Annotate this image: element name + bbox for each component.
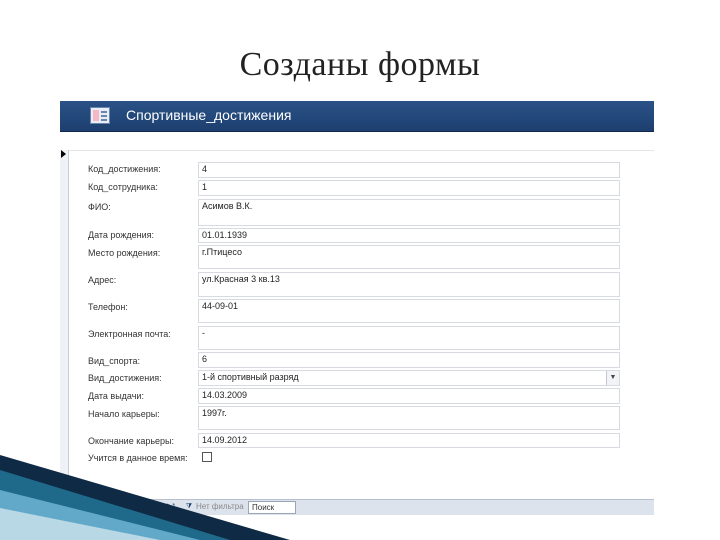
chevron-down-icon[interactable]: ▼ xyxy=(606,371,619,385)
previous-record-icon[interactable]: ◀ xyxy=(100,502,110,512)
label-kod-sotrudnika: Код_сотрудника: xyxy=(88,182,158,192)
first-record-icon[interactable]: ⏮ xyxy=(90,502,100,512)
label-fio: ФИО: xyxy=(88,202,111,212)
checkbox-uchitsya[interactable] xyxy=(202,452,212,462)
next-record-icon[interactable]: ▶ xyxy=(144,502,154,512)
new-record-icon[interactable]: ▶* xyxy=(166,502,176,512)
label-okonchanie-karery: Окончание карьеры: xyxy=(88,436,175,446)
input-telefon[interactable]: 44-09-01 xyxy=(198,299,620,323)
filter-status[interactable]: Нет фильтра xyxy=(196,502,244,511)
label-kod-dostizheniya: Код_достижения: xyxy=(88,164,161,174)
slide-title: Созданы формы xyxy=(239,46,481,83)
label-vid-sporta: Вид_спорта: xyxy=(88,356,141,366)
label-adres: Адрес: xyxy=(88,275,117,285)
current-record-arrow-icon xyxy=(61,150,66,158)
record-position[interactable]: 2 из 4 xyxy=(110,501,138,514)
input-mesto-rozhdeniya[interactable]: г.Птицесо xyxy=(198,245,620,269)
label-email: Электронная почта: xyxy=(88,329,171,339)
input-okonchanie-karery[interactable]: 14.09.2012 xyxy=(198,433,620,448)
form-header: Спортивные_достижения xyxy=(60,101,654,132)
input-adres[interactable]: ул.Красная 3 кв.13 xyxy=(198,272,620,297)
label-data-vydachi: Дата выдачи: xyxy=(88,391,144,401)
record-navigator: Запись: ⏮ ◀ 2 из 4 ▶ ⏭ ▶* ⧩ Нет фильтра … xyxy=(60,499,654,515)
label-data-rozhdeniya: Дата рождения: xyxy=(88,230,154,240)
label-vid-dostizheniya: Вид_достижения: xyxy=(88,373,162,383)
input-data-vydachi[interactable]: 14.03.2009 xyxy=(198,388,620,404)
input-kod-dostizheniya[interactable]: 4 xyxy=(198,162,620,178)
input-vid-sporta[interactable]: 6 xyxy=(198,352,620,368)
label-mesto-rozhdeniya: Место рождения: xyxy=(88,248,161,258)
record-label: Запись: xyxy=(62,502,91,511)
input-kod-sotrudnika[interactable]: 1 xyxy=(198,180,620,196)
form-icon xyxy=(90,107,110,124)
label-uchitsya: Учится в данное время: xyxy=(88,453,188,463)
access-form-window: Спортивные_достижения Код_достижения: 4 … xyxy=(60,101,654,515)
input-data-rozhdeniya[interactable]: 01.01.1939 xyxy=(198,228,620,243)
form-detail: Код_достижения: 4 Код_сотрудника: 1 ФИО:… xyxy=(68,150,654,498)
last-record-icon[interactable]: ⏭ xyxy=(154,502,164,512)
form-title: Спортивные_достижения xyxy=(126,107,292,123)
input-nachalo-karery[interactable]: 1997г. xyxy=(198,406,620,430)
search-box[interactable]: Поиск xyxy=(248,501,296,514)
label-telefon: Телефон: xyxy=(88,302,128,312)
input-email[interactable]: - xyxy=(198,326,620,350)
label-nachalo-karery: Начало карьеры: xyxy=(88,409,160,419)
header-stripe xyxy=(60,132,654,151)
combo-vid-dostizheniya[interactable]: 1-й спортивный разряд ▼ xyxy=(198,370,620,386)
filter-icon: ⧩ xyxy=(185,503,193,510)
input-fio[interactable]: Асимов В.К. xyxy=(198,199,620,226)
combo-vid-dostizheniya-value: 1-й спортивный разряд xyxy=(202,372,299,382)
